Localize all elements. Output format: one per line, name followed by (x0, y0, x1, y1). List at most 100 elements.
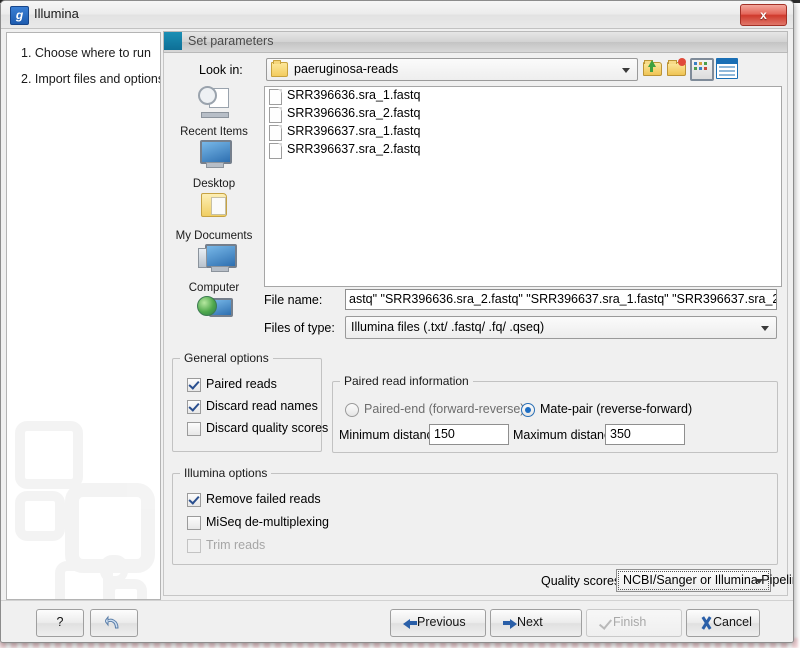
dialog-footer: ? Previous Next Finish (1, 600, 793, 642)
step-title: Set parameters (188, 34, 273, 48)
help-button[interactable]: ? (36, 609, 84, 637)
checkmark-icon (599, 616, 613, 630)
checkbox-icon (187, 493, 201, 507)
look-in-value: paeruginosa-reads (294, 62, 398, 76)
quality-scores-label: Quality scores (541, 574, 620, 588)
shortcut-my-documents[interactable]: My Documents (167, 190, 261, 242)
illumina-options-group: Illumina options Remove failed reads MiS… (172, 473, 778, 565)
help-icon: ? (37, 615, 83, 629)
up-one-level-icon[interactable] (642, 58, 662, 77)
files-of-type-value: Illumina files (.txt/ .fastq/ .fq/ .qseq… (351, 320, 544, 334)
shortcut-computer[interactable]: Computer (167, 242, 261, 294)
arrow-left-icon (403, 616, 417, 630)
list-item[interactable]: SRR396636.sra_2.fastq (265, 105, 781, 123)
close-icon: x (741, 5, 786, 25)
next-label: Next (517, 615, 577, 629)
file-name-label: File name: (264, 293, 322, 307)
file-icon (269, 143, 282, 159)
cancel-button[interactable]: Cancel (686, 609, 760, 637)
radio-icon (521, 403, 535, 417)
checkbox-icon (187, 400, 201, 414)
dialog-titlebar: g Illumina x (1, 1, 793, 29)
shortcut-label: Desktop (167, 178, 261, 190)
file-icon (269, 107, 282, 123)
maximum-distance-value: 350 (610, 427, 631, 441)
folder-icon (271, 62, 288, 77)
recent-items-icon (197, 86, 231, 118)
chevron-down-icon (622, 68, 630, 73)
look-in-dropdown[interactable]: paeruginosa-reads (266, 58, 638, 81)
close-button[interactable]: x (740, 4, 787, 26)
file-name-input[interactable]: astq" "SRR396636.sra_2.fastq" "SRR396637… (345, 289, 777, 310)
create-new-folder-icon[interactable] (666, 58, 686, 77)
checkbox-icon (187, 516, 201, 530)
files-of-type-label: Files of type: (264, 321, 335, 335)
checkbox-label: Discard read names (206, 399, 318, 413)
step-accent-block (164, 32, 182, 50)
checkbox-icon (187, 422, 201, 436)
radio-icon (345, 403, 359, 417)
close-x-icon (699, 616, 713, 630)
paired-read-information-group: Paired read information Paired-end (forw… (332, 381, 778, 453)
cancel-label: Cancel (713, 615, 755, 629)
file-name: SRR396636.sra_1.fastq (287, 88, 420, 102)
paired-read-information-legend: Paired read information (340, 374, 473, 388)
shortcut-recent-items[interactable]: Recent Items (167, 86, 261, 138)
file-name-value: astq" "SRR396636.sra_2.fastq" "SRR396637… (349, 292, 777, 306)
chevron-down-icon (755, 579, 763, 584)
illumina-import-dialog: g Illumina x 1. Choose where to run 2. I… (0, 0, 794, 643)
list-item[interactable]: SRR396637.sra_1.fastq (265, 123, 781, 141)
chevron-down-icon (761, 326, 769, 331)
file-name: SRR396636.sra_2.fastq (287, 106, 420, 120)
parameters-pane: Set parameters Look in: paeruginosa-read… (163, 31, 788, 599)
next-button[interactable]: Next (490, 609, 582, 637)
list-view-icon[interactable] (690, 58, 714, 81)
file-icon (269, 125, 282, 141)
file-name: SRR396637.sra_1.fastq (287, 124, 420, 138)
clc-watermark-logo (6, 413, 161, 600)
desktop-icon (197, 138, 231, 170)
radio-label: Mate-pair (reverse-forward) (540, 402, 692, 416)
list-item[interactable]: SRR396636.sra_1.fastq (265, 87, 781, 105)
maximum-distance-input[interactable]: 350 (605, 424, 685, 445)
arrow-right-icon (503, 616, 517, 630)
file-chooser-panel: Look in: paeruginosa-reads (163, 53, 788, 596)
previous-label: Previous (417, 615, 481, 629)
file-name: SRR396637.sra_2.fastq (287, 142, 420, 156)
previous-button[interactable]: Previous (390, 609, 486, 637)
general-options-group: General options Paired reads Discard rea… (172, 358, 322, 452)
minimum-distance-label: Minimum distance (339, 428, 440, 442)
step-header: Set parameters (163, 31, 788, 53)
quality-scores-dropdown[interactable]: NCBI/Sanger or Illumina Pipeline 1.8 and… (616, 569, 771, 592)
radio-label: Paired-end (forward-reverse) (364, 402, 524, 416)
shortcut-label: Computer (167, 282, 261, 294)
quality-scores-value: NCBI/Sanger or Illumina Pipeline 1.8 and… (623, 573, 794, 587)
undo-arrow-icon (105, 615, 121, 630)
file-list[interactable]: SRR396636.sra_1.fastq SRR396636.sra_2.fa… (264, 86, 782, 287)
checkbox-label: Discard quality scores (206, 421, 328, 435)
reset-button[interactable] (90, 609, 138, 637)
details-view-icon[interactable] (716, 58, 738, 79)
checkbox-label: Paired reads (206, 377, 277, 391)
wizard-step-import-files-and-options[interactable]: 2. Import files and options (15, 72, 161, 86)
minimum-distance-input[interactable]: 150 (429, 424, 509, 445)
dialog-body: 1. Choose where to run 2. Import files a… (1, 29, 793, 601)
wizard-step-choose-where-to-run[interactable]: 1. Choose where to run (15, 46, 157, 60)
dialog-title: Illumina (34, 6, 79, 21)
checkbox-label: MiSeq de-multiplexing (206, 515, 329, 529)
file-chooser-toolbar (642, 57, 732, 80)
finish-label: Finish (613, 615, 677, 629)
maximum-distance-label: Maximum distance (513, 428, 617, 442)
shortcut-network[interactable] (167, 294, 261, 346)
shortcut-desktop[interactable]: Desktop (167, 138, 261, 190)
computer-icon (197, 242, 231, 274)
files-of-type-dropdown[interactable]: Illumina files (.txt/ .fastq/ .fq/ .qseq… (345, 316, 777, 339)
finish-button: Finish (586, 609, 682, 637)
wizard-step-list: 1. Choose where to run 2. Import files a… (6, 32, 161, 600)
list-item[interactable]: SRR396637.sra_2.fastq (265, 141, 781, 159)
clc-workbench-icon: g (10, 6, 29, 25)
checkbox-label: Trim reads (206, 538, 265, 552)
file-icon (269, 89, 282, 105)
checkbox-label: Remove failed reads (206, 492, 321, 506)
minimum-distance-value: 150 (434, 427, 455, 441)
